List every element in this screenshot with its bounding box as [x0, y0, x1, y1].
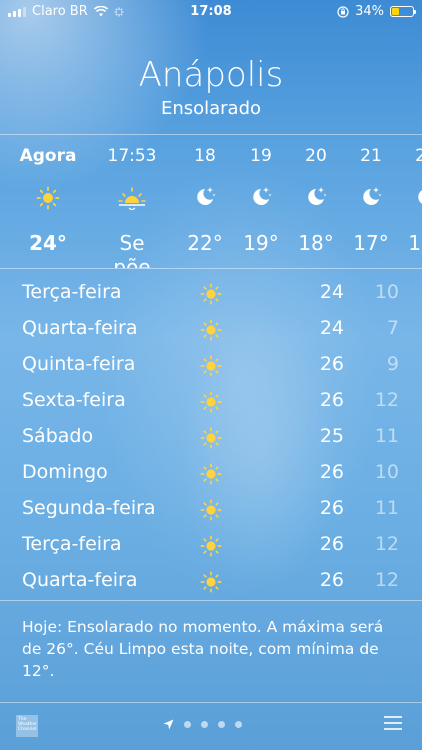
page-dot — [235, 721, 242, 728]
divider-bottom — [0, 702, 422, 703]
hour-temp: 18° — [298, 231, 334, 255]
day-high-temp: 26 — [319, 461, 344, 483]
day-low-temp: 7 — [386, 317, 399, 339]
hour-temp: 24° — [29, 231, 67, 255]
divider-daily — [0, 600, 422, 601]
sun-icon — [200, 499, 222, 521]
divider-top — [0, 134, 422, 135]
footer-toolbar: The Weather Channel — [0, 705, 422, 750]
location-arrow-icon — [163, 719, 174, 730]
daily-row: Segunda-feira 26 11 — [0, 492, 422, 528]
page-dot — [184, 721, 191, 728]
moon-stars-icon — [363, 187, 382, 205]
day-name: Terça-feira — [22, 533, 122, 555]
city-list-icon[interactable] — [384, 716, 402, 734]
moon-stars-icon — [418, 190, 422, 204]
day-name: Domingo — [22, 461, 108, 483]
day-name: Sábado — [22, 425, 94, 447]
daily-row: Terça-feira 24 10 — [0, 276, 422, 312]
moon-stars-icon — [197, 187, 216, 205]
page-dot — [218, 721, 225, 728]
day-name: Segunda-feira — [22, 497, 156, 519]
daily-row: Quinta-feira 26 9 — [0, 348, 422, 384]
daily-forecast[interactable]: Terça-feira 24 10 Quarta-feira 24 7 Quinta-fei… — [0, 276, 422, 600]
city-name: Anápolis — [138, 55, 284, 95]
hour-time: 17:53 — [107, 146, 157, 166]
sun-icon — [200, 571, 222, 593]
day-low-temp: 11 — [374, 497, 399, 519]
battery-percent: 34% — [355, 4, 384, 19]
sunset-icon — [118, 187, 146, 210]
hour-time: 20 — [305, 146, 327, 166]
day-high-temp: 26 — [319, 569, 344, 591]
sun-icon — [200, 355, 222, 377]
status-bar: Claro BR 17:08 34% — [0, 0, 422, 24]
hour-time: 18 — [194, 146, 216, 166]
day-name: Sexta-feira — [22, 389, 126, 411]
sun-icon — [200, 319, 222, 341]
moon-stars-icon — [253, 187, 272, 205]
day-low-temp: 10 — [374, 461, 399, 483]
hour-time: Agora — [19, 146, 77, 166]
day-high-temp: 26 — [319, 497, 344, 519]
day-name: Terça-feira — [22, 281, 122, 303]
hour-temp: 17° — [353, 231, 389, 255]
day-high-temp: 24 — [319, 281, 344, 303]
orientation-lock-icon — [337, 5, 349, 18]
daily-row: Terça-feira 26 12 — [0, 528, 422, 564]
daily-row: Quarta-feira 24 7 — [0, 312, 422, 348]
sun-icon — [200, 283, 222, 305]
daily-row: Sexta-feira 26 12 — [0, 384, 422, 420]
day-name: Quinta-feira — [22, 353, 136, 375]
hour-time: 21 — [360, 146, 382, 166]
page-indicator[interactable] — [163, 719, 242, 730]
day-low-temp: 12 — [374, 569, 399, 591]
hourly-forecast[interactable]: Agora 24° 17:53 Se põe 18 22° 19 19° 20 … — [0, 136, 422, 268]
daily-row: Sábado 25 11 — [0, 420, 422, 456]
divider-hourly — [0, 268, 422, 269]
day-high-temp: 26 — [319, 533, 344, 555]
sun-icon — [200, 535, 222, 557]
today-summary: Hoje: Ensolarado no momento. A máxima se… — [22, 618, 384, 680]
hour-time: 19 — [250, 146, 272, 166]
sun-icon — [200, 391, 222, 413]
hour-temp: 17° — [408, 231, 422, 255]
day-name: Quarta-feira — [22, 317, 138, 339]
status-right: 34% — [337, 4, 416, 19]
hour-time: 22 — [415, 146, 422, 166]
weather-channel-logo[interactable]: The Weather Channel — [16, 715, 38, 737]
day-high-temp: 26 — [319, 353, 344, 375]
current-condition: Ensolarado — [160, 98, 262, 119]
day-high-temp: 26 — [319, 389, 344, 411]
battery-icon — [390, 6, 416, 17]
page-dot — [201, 721, 208, 728]
hour-temp: 22° — [187, 231, 223, 255]
hour-temp: 19° — [243, 231, 279, 255]
sun-icon — [200, 427, 222, 449]
day-name: Quarta-feira — [22, 569, 138, 591]
sun-icon — [200, 463, 222, 485]
day-low-temp: 10 — [374, 281, 399, 303]
daily-row: Quarta-feira 26 12 — [0, 564, 422, 600]
sun-icon — [36, 186, 60, 210]
hour-temp: Se põe — [113, 231, 151, 268]
daily-row: Domingo 26 10 — [0, 456, 422, 492]
moon-stars-icon — [308, 187, 327, 205]
day-low-temp: 9 — [386, 353, 399, 375]
day-high-temp: 25 — [319, 425, 344, 447]
day-low-temp: 12 — [374, 389, 399, 411]
day-low-temp: 11 — [374, 425, 399, 447]
day-high-temp: 24 — [319, 317, 344, 339]
day-low-temp: 12 — [374, 533, 399, 555]
